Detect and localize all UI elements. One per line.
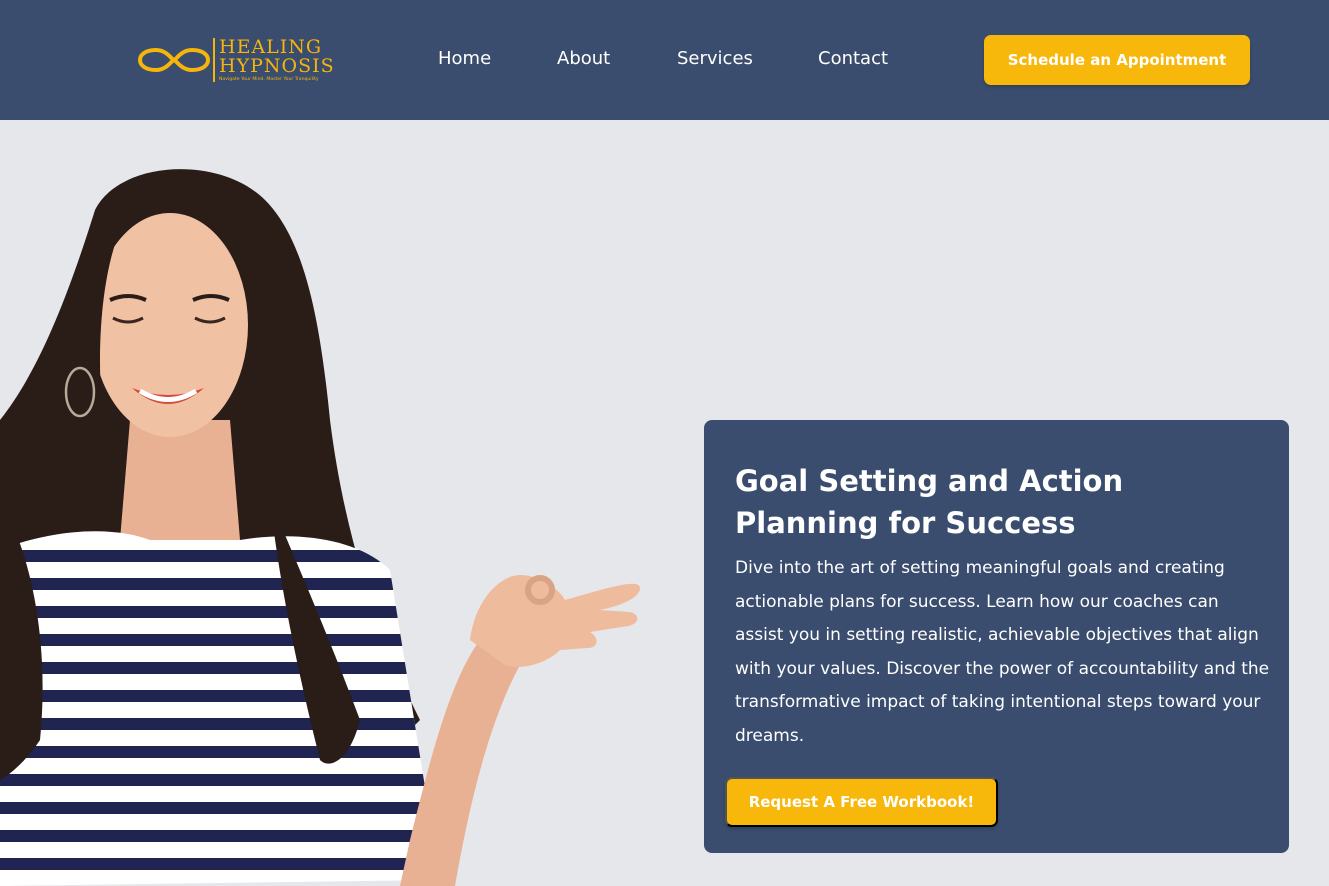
request-workbook-button[interactable]: Request A Free Workbook!	[725, 777, 998, 827]
logo-word-hypnosis: HYPNOSIS	[219, 54, 335, 77]
logo[interactable]: HEALING HYPNOSIS Navigate Your Mind, Mas…	[137, 34, 342, 86]
site-header: HEALING HYPNOSIS Navigate Your Mind, Mas…	[0, 0, 1329, 120]
schedule-appointment-button[interactable]: Schedule an Appointment	[984, 35, 1250, 85]
card-title: Goal Setting and Action Planning for Suc…	[735, 464, 1124, 540]
infinity-icon	[137, 47, 211, 73]
service-card: Goal Setting and Action Planning for Suc…	[704, 420, 1289, 853]
logo-text: HEALING HYPNOSIS Navigate Your Mind, Mas…	[219, 35, 335, 83]
logo-divider	[213, 38, 215, 82]
card-body: Dive into the art of setting meaningful …	[735, 558, 1270, 746]
nav-item-home[interactable]: Home	[438, 48, 491, 69]
hero-section: Goal Setting and Action Planning for Suc…	[0, 120, 1329, 886]
logo-word-healing: HEALING	[219, 35, 323, 58]
logo-tagline: Navigate Your Mind, Master Your Tranquil…	[219, 76, 319, 82]
nav-item-about[interactable]: About	[557, 48, 610, 69]
woman-meditating-photo	[0, 169, 640, 886]
nav-item-contact[interactable]: Contact	[818, 48, 888, 69]
nav-item-services[interactable]: Services	[677, 48, 753, 69]
